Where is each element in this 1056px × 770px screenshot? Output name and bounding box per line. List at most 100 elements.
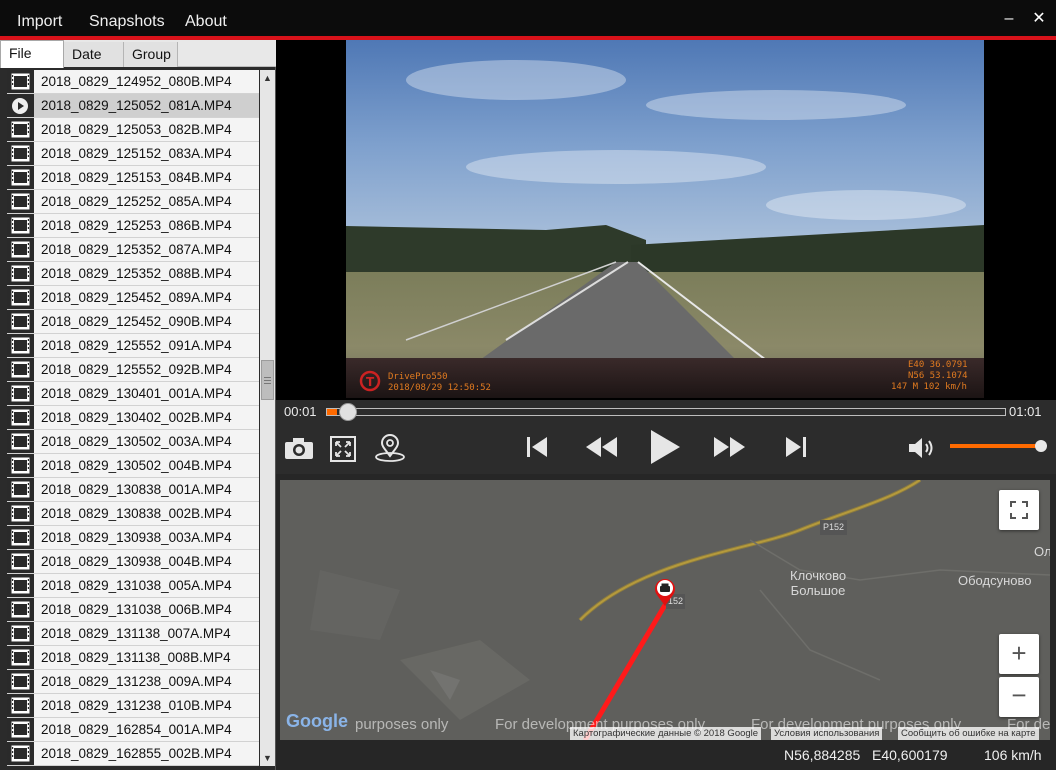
- scroll-up-icon[interactable]: ▲: [260, 70, 275, 86]
- scroll-down-icon[interactable]: ▼: [260, 750, 275, 766]
- file-row[interactable]: 2018_0829_125452_089A.MP4: [7, 286, 259, 310]
- seek-slider[interactable]: [326, 403, 1006, 421]
- file-name: 2018_0829_130502_004B.MP4: [41, 458, 232, 473]
- osd-brand: DrivePro550: [388, 372, 448, 382]
- map-fullscreen-button[interactable]: [999, 490, 1039, 530]
- skip-next-icon[interactable]: [785, 436, 807, 458]
- volume-slider[interactable]: [950, 444, 1042, 448]
- file-row[interactable]: 2018_0829_125053_082B.MP4: [7, 118, 259, 142]
- file-row[interactable]: 2018_0829_131138_007A.MP4: [7, 622, 259, 646]
- map-terms-link[interactable]: Условия использования: [771, 727, 883, 740]
- tab-file[interactable]: File: [0, 40, 64, 68]
- close-button[interactable]: ✕: [1028, 8, 1050, 30]
- film-icon: [7, 406, 34, 429]
- file-row[interactable]: 2018_0829_131038_005A.MP4: [7, 574, 259, 598]
- fullscreen-icon[interactable]: [330, 436, 356, 462]
- file-row[interactable]: 2018_0829_125352_087A.MP4: [7, 238, 259, 262]
- file-row[interactable]: 2018_0829_162855_002B.MP4: [7, 742, 259, 766]
- file-row[interactable]: 2018_0829_125252_085A.MP4: [7, 190, 259, 214]
- file-row[interactable]: 2018_0829_130402_002B.MP4: [7, 406, 259, 430]
- file-name: 2018_0829_162854_001A.MP4: [41, 722, 232, 737]
- scrollbar-thumb[interactable]: [261, 360, 274, 400]
- current-time: 00:01: [284, 404, 317, 419]
- file-row[interactable]: 2018_0829_125352_088B.MP4: [7, 262, 259, 286]
- file-row[interactable]: 2018_0829_130838_001A.MP4: [7, 478, 259, 502]
- timeline-bar: 00:01 01:01: [276, 400, 1056, 424]
- map-view[interactable]: P152 152 Клочково Большое Ободсуново Ол …: [280, 480, 1050, 740]
- file-row[interactable]: 2018_0829_131038_006B.MP4: [7, 598, 259, 622]
- grip-line: [264, 383, 271, 384]
- file-row[interactable]: 2018_0829_131238_009A.MP4: [7, 670, 259, 694]
- file-row[interactable]: 2018_0829_125253_086B.MP4: [7, 214, 259, 238]
- file-name: 2018_0829_130838_002B.MP4: [41, 506, 232, 521]
- minimize-button[interactable]: –: [998, 8, 1020, 30]
- video-frame: T DrivePro550 2018/08/29 12:50:52 E40 36…: [346, 40, 984, 398]
- volume-handle[interactable]: [1035, 440, 1048, 452]
- file-list: 2018_0829_124952_080B.MP4 2018_0829_12505…: [7, 70, 259, 766]
- file-name: 2018_0829_125452_089A.MP4: [41, 290, 232, 305]
- file-name: 2018_0829_131238_010B.MP4: [41, 698, 232, 713]
- menu-import[interactable]: Import: [17, 0, 62, 36]
- file-name: 2018_0829_125053_082B.MP4: [41, 122, 232, 137]
- menu-bar: Import Snapshots About – ✕: [0, 0, 1056, 36]
- film-icon: [7, 694, 34, 717]
- map-pin-icon[interactable]: [374, 434, 406, 462]
- video-player[interactable]: T DrivePro550 2018/08/29 12:50:52 E40 36…: [276, 40, 1056, 400]
- file-row[interactable]: 2018_0829_130938_003A.MP4: [7, 526, 259, 550]
- map-watermark: purposes only: [355, 716, 449, 733]
- file-name: 2018_0829_131138_007A.MP4: [41, 626, 231, 641]
- file-row[interactable]: 2018_0829_125052_081A.MP4: [7, 94, 259, 118]
- zoom-in-button[interactable]: +: [999, 634, 1039, 674]
- file-list-scrollbar[interactable]: ▲ ▼: [260, 70, 275, 766]
- file-row[interactable]: 2018_0829_130502_003A.MP4: [7, 430, 259, 454]
- file-name: 2018_0829_131138_008B.MP4: [41, 650, 231, 665]
- film-icon: [7, 598, 34, 621]
- grip-line: [264, 377, 271, 378]
- film-icon: [7, 142, 34, 165]
- rewind-icon[interactable]: [584, 436, 618, 458]
- file-row[interactable]: 2018_0829_125552_091A.MP4: [7, 334, 259, 358]
- total-time: 01:01: [1009, 404, 1042, 419]
- film-icon: [7, 310, 34, 333]
- camera-icon[interactable]: [284, 436, 314, 460]
- zoom-out-button[interactable]: −: [999, 677, 1039, 717]
- film-icon: [7, 550, 34, 573]
- map-report-link[interactable]: Сообщить об ошибке на карте: [898, 727, 1039, 740]
- file-row[interactable]: 2018_0829_124952_080B.MP4: [7, 70, 259, 94]
- file-row[interactable]: 2018_0829_130401_001A.MP4: [7, 382, 259, 406]
- file-name: 2018_0829_162855_002B.MP4: [41, 746, 232, 761]
- file-name: 2018_0829_125352_088B.MP4: [41, 266, 232, 281]
- file-name: 2018_0829_124952_080B.MP4: [41, 74, 232, 89]
- menu-snapshots[interactable]: Snapshots: [89, 0, 165, 36]
- file-row[interactable]: 2018_0829_131238_010B.MP4: [7, 694, 259, 718]
- seek-handle[interactable]: [339, 403, 358, 421]
- tab-bar: File Date Group: [0, 40, 276, 68]
- tab-date[interactable]: Date: [64, 42, 124, 67]
- file-row[interactable]: 2018_0829_130838_002B.MP4: [7, 502, 259, 526]
- file-name: 2018_0829_125552_092B.MP4: [41, 362, 232, 377]
- file-row[interactable]: 2018_0829_130502_004B.MP4: [7, 454, 259, 478]
- file-row[interactable]: 2018_0829_130938_004B.MP4: [7, 550, 259, 574]
- file-row[interactable]: 2018_0829_162854_001A.MP4: [7, 718, 259, 742]
- place-klochkovo: Клочково Большое: [790, 568, 847, 598]
- file-row[interactable]: 2018_0829_125552_092B.MP4: [7, 358, 259, 382]
- film-icon: [7, 502, 34, 525]
- play-icon[interactable]: [649, 429, 681, 465]
- tab-group[interactable]: Group: [124, 42, 178, 67]
- menu-about[interactable]: About: [185, 0, 227, 36]
- file-row[interactable]: 2018_0829_125452_090B.MP4: [7, 310, 259, 334]
- file-name: 2018_0829_130938_003A.MP4: [41, 530, 232, 545]
- google-logo: Google: [286, 711, 348, 731]
- file-row[interactable]: 2018_0829_125153_084B.MP4: [7, 166, 259, 190]
- film-icon: [7, 238, 34, 261]
- film-icon: [7, 430, 34, 453]
- film-icon: [7, 742, 34, 765]
- place-ol: Ол: [1034, 544, 1050, 559]
- fast-forward-icon[interactable]: [713, 436, 747, 458]
- file-row[interactable]: 2018_0829_125152_083A.MP4: [7, 142, 259, 166]
- file-row[interactable]: 2018_0829_131138_008B.MP4: [7, 646, 259, 670]
- volume-icon[interactable]: [908, 436, 938, 460]
- status-latitude: N56,884285: [784, 747, 861, 763]
- skip-previous-icon[interactable]: [526, 436, 548, 458]
- grip-line: [264, 380, 271, 381]
